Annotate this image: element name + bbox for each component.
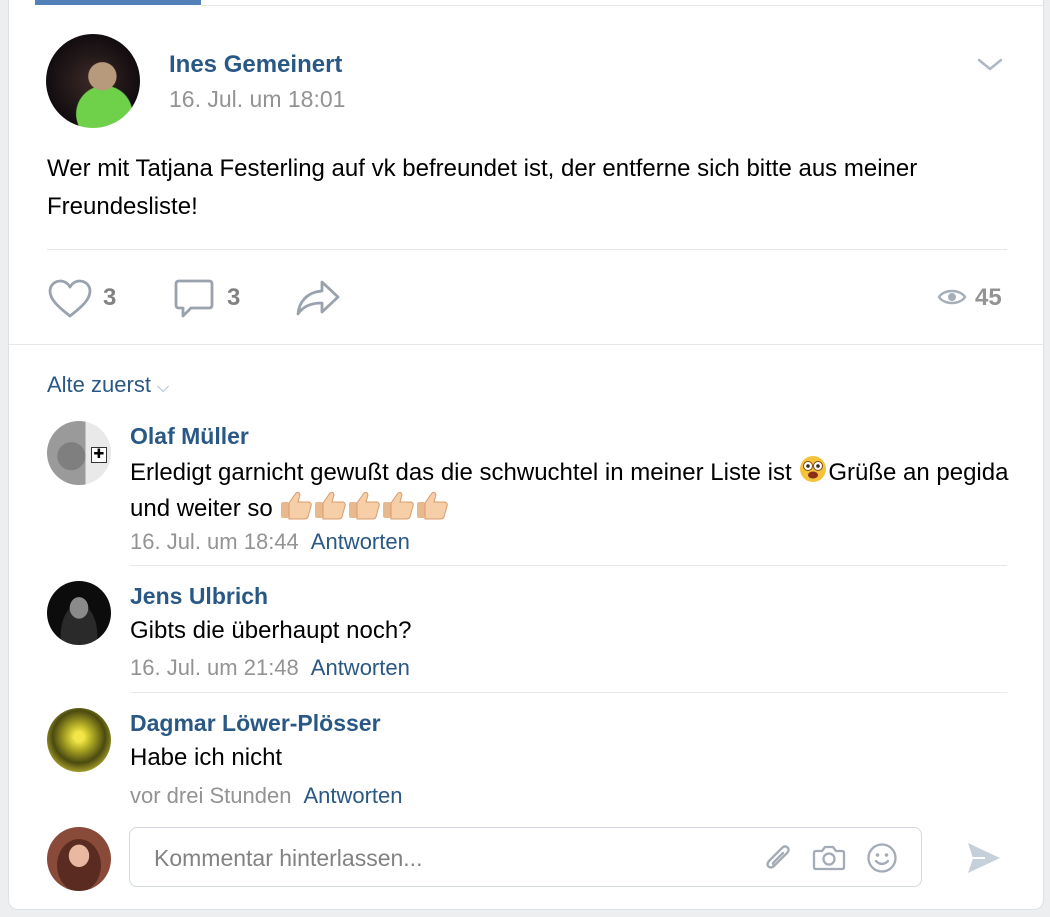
comment-author-link[interactable]: Jens Ulbrich <box>130 583 268 610</box>
thumbs-up-emoji <box>417 491 449 520</box>
comment-input-box[interactable] <box>129 827 922 887</box>
reply-button[interactable]: Antworten <box>303 783 402 808</box>
cross-icon: ✚ <box>91 447 107 463</box>
eye-icon <box>937 289 967 305</box>
surprised-emoji <box>800 456 827 482</box>
comment-time[interactable]: vor drei Stunden <box>130 783 291 808</box>
my-avatar[interactable] <box>47 827 111 891</box>
comment-time[interactable]: 16. Jul. um 21:48 <box>130 655 299 680</box>
divider <box>130 692 1007 693</box>
divider <box>9 344 1045 345</box>
post-author-link[interactable]: Ines Gemeinert <box>169 51 342 79</box>
smile-icon[interactable] <box>866 842 898 874</box>
comment-text: Habe ich nicht <box>130 744 283 771</box>
reply-button[interactable]: Antworten <box>311 655 410 680</box>
send-icon[interactable] <box>965 840 1003 876</box>
view-count: 45 <box>975 284 1002 311</box>
active-tab-indicator <box>35 0 201 5</box>
post-text: Wer mit Tatjana Festerling auf vk befreu… <box>47 155 918 220</box>
sort-label: Alte zuerst <box>47 372 151 397</box>
paperclip-icon[interactable] <box>764 842 794 874</box>
divider <box>130 565 1007 566</box>
post-card: Ines Gemeinert 16. Jul. um 18:01 Wer mit… <box>8 0 1045 910</box>
comment-author-link[interactable]: Olaf Müller <box>130 423 249 450</box>
comment-meta: 16. Jul. um 18:44 Antworten <box>130 529 410 555</box>
comment-text: Erledigt garnicht gewußt das die schwuch… <box>130 454 1010 526</box>
like-count[interactable]: 3 <box>103 284 116 312</box>
commenter-avatar[interactable]: ✚ <box>47 421 111 485</box>
thumbs-up-emoji <box>349 491 381 520</box>
chevron-down-icon[interactable] <box>975 52 1005 76</box>
comment-input[interactable] <box>152 840 736 876</box>
comment-time[interactable]: 16. Jul. um 18:44 <box>130 529 299 554</box>
sort-dropdown[interactable]: Alte zuerst ⌵ <box>47 372 169 398</box>
chevron-down-icon: ⌵ <box>156 379 170 396</box>
comment-count[interactable]: 3 <box>227 284 240 312</box>
comment-meta: vor drei Stunden Antworten <box>130 783 403 809</box>
reply-button[interactable]: Antworten <box>311 529 410 554</box>
share-icon[interactable] <box>295 279 341 317</box>
thumbs-up-emoji-row <box>279 491 449 522</box>
comment-meta: 16. Jul. um 21:48 Antworten <box>130 655 410 681</box>
thumbs-up-emoji <box>383 491 415 520</box>
comment-author-link[interactable]: Dagmar Löwer-Plösser <box>130 710 381 737</box>
divider <box>47 249 1007 250</box>
comment-text: Gibts die überhaupt noch? <box>130 617 412 644</box>
comment-text-part: Erledigt garnicht gewußt das die schwuch… <box>130 459 799 486</box>
thumbs-up-emoji <box>281 491 313 520</box>
divider <box>201 5 1043 6</box>
commenter-avatar[interactable] <box>47 581 111 645</box>
post-date[interactable]: 16. Jul. um 18:01 <box>169 86 345 113</box>
commenter-avatar[interactable] <box>47 708 111 772</box>
heart-icon[interactable] <box>47 279 93 319</box>
camera-icon[interactable] <box>812 842 846 872</box>
author-avatar[interactable] <box>46 34 140 128</box>
thumbs-up-emoji <box>315 491 347 520</box>
comment-icon[interactable] <box>173 278 215 320</box>
